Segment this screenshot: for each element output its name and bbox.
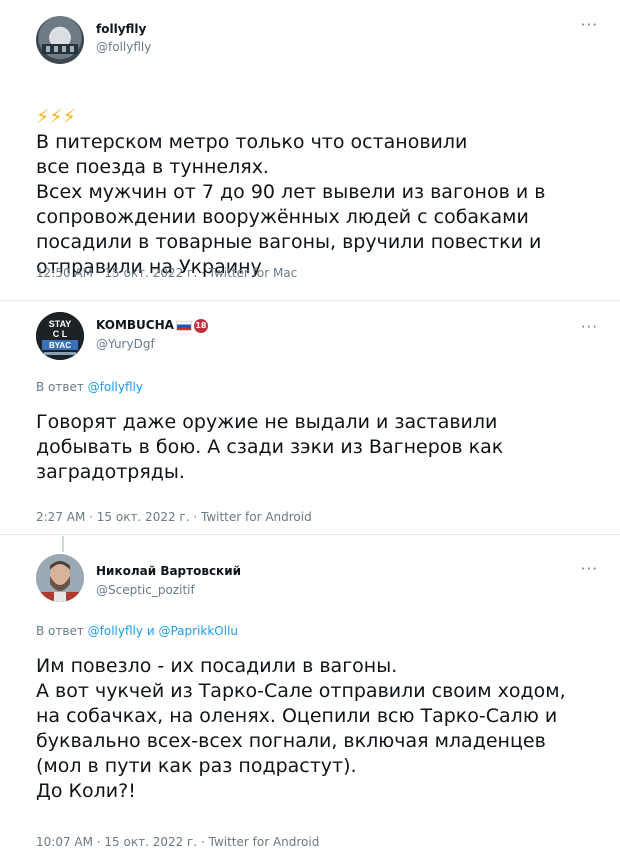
reply-conjunction: и (146, 624, 155, 638)
author-name[interactable]: KOMBUCHA 18 (96, 318, 208, 333)
author-handle[interactable]: @Sceptic_pozitif (96, 583, 195, 597)
avatar-image (42, 44, 78, 54)
russia-flag-icon (175, 320, 192, 331)
avatar[interactable] (36, 16, 84, 64)
author-handle[interactable]: @follyflly (96, 40, 151, 54)
reply-prefix: В ответ (36, 380, 84, 394)
avatar-image: STAY C L BYAC (36, 312, 84, 360)
author-name-text[interactable]: KOMBUCHA (96, 318, 174, 332)
reply-to-line: В ответ @follyflly и @PaprikkOllu (36, 624, 238, 638)
tweet-2: STAY C L BYAC KOMBUCHA 18 @YuryDgf ··· В … (0, 300, 620, 540)
tweet-text-content: В питерском метро только что остановили … (36, 131, 546, 278)
avatar-image (36, 554, 84, 602)
more-dots-icon[interactable]: ··· (581, 562, 598, 577)
reply-prefix: В ответ (36, 624, 84, 638)
svg-text:STAY: STAY (49, 319, 72, 329)
tweet-meta[interactable]: 10:07 AM · 15 окт. 2022 г. · Twitter for… (36, 835, 319, 849)
tweet-text: Говорят даже оружие не выдали и заставил… (36, 411, 504, 483)
reply-to-line: В ответ @follyflly (36, 380, 143, 394)
reply-to-link[interactable]: @follyflly (88, 380, 143, 394)
tweet-meta[interactable]: 12:50 AM · 15 окт. 2022 г. · Twitter for… (36, 266, 297, 280)
author-name[interactable]: Николай Вартовский (96, 564, 241, 578)
tweet-3: Николай Вартовский @Sceptic_pozitif ··· … (0, 534, 620, 865)
avatar[interactable] (36, 554, 84, 602)
lightning-icon: ⚡⚡⚡ (36, 106, 77, 128)
tweet-meta[interactable]: 2:27 AM · 15 окт. 2022 г. · Twitter for … (36, 510, 312, 524)
age-badge: 18 (193, 318, 208, 333)
more-dots-icon[interactable]: ··· (581, 320, 598, 335)
reply-to-link[interactable]: @follyflly (88, 624, 143, 638)
svg-text:C L: C L (53, 329, 68, 339)
avatar[interactable]: STAY C L BYAC (36, 312, 84, 360)
tweet-text: ⚡⚡⚡ В питерском метро только что останов… (36, 80, 545, 280)
reply-to-link-2[interactable]: @PaprikkOllu (158, 624, 238, 638)
more-dots-icon[interactable]: ··· (581, 18, 598, 33)
svg-text:BYAC: BYAC (49, 341, 71, 350)
author-handle[interactable]: @YuryDgf (96, 337, 155, 351)
tweet-text: Им повезло - их посадили в вагоны. А вот… (36, 655, 566, 802)
author-name[interactable]: follyflly (96, 22, 146, 36)
tweet-1: follyflly @follyflly ··· ⚡⚡⚡ В питерском… (0, 0, 620, 300)
